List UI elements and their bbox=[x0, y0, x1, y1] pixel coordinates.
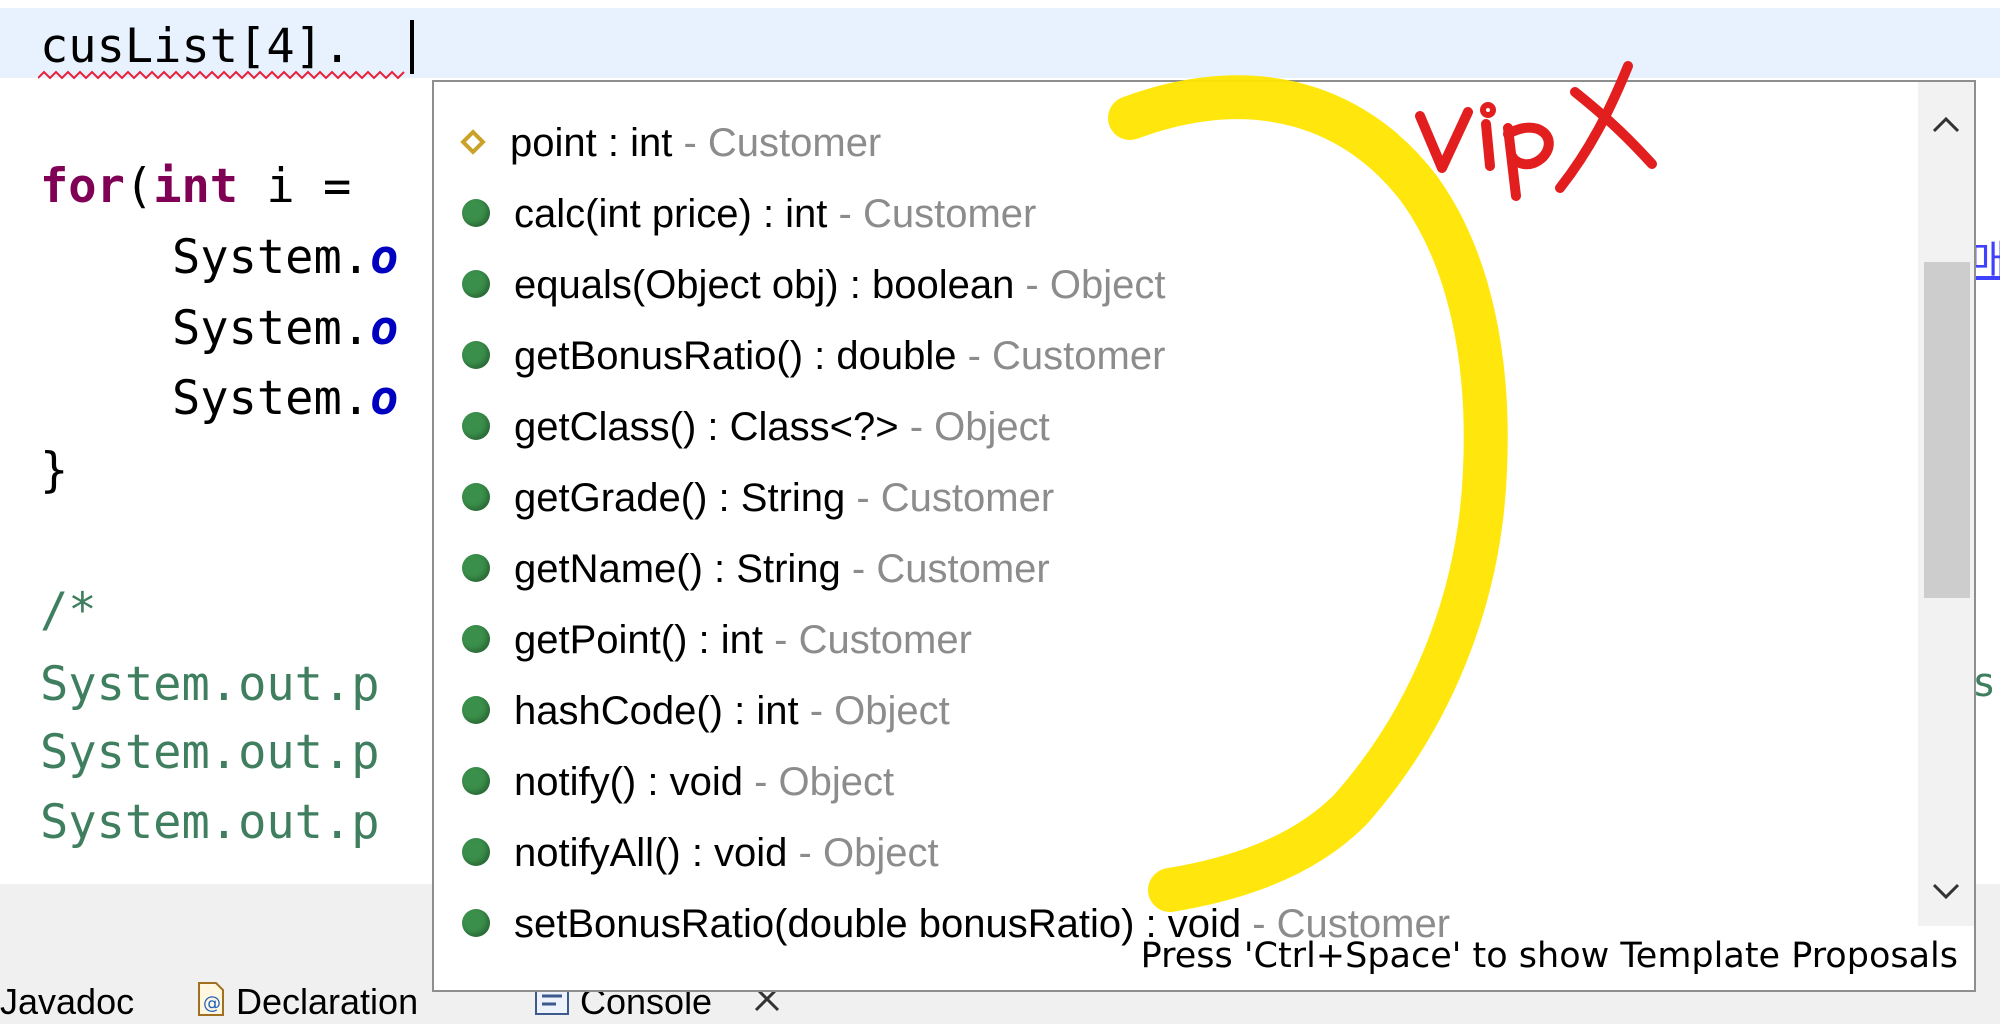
code-line-for[interactable]: for(int i = bbox=[40, 152, 380, 222]
method-icon bbox=[462, 483, 490, 512]
proposal-item[interactable]: equals(Object obj) : boolean - Object bbox=[462, 252, 1165, 318]
method-icon bbox=[462, 412, 490, 441]
code-text: i = bbox=[238, 159, 380, 214]
method-icon bbox=[462, 838, 490, 867]
error-squiggle bbox=[38, 70, 405, 80]
code-line-comment-2[interactable]: System.out.p bbox=[40, 718, 380, 788]
template-proposals-hint: Press 'Ctrl+Space' to show Template Prop… bbox=[1140, 936, 1958, 976]
proposal-signature: hashCode() : int bbox=[514, 689, 799, 733]
proposal-signature: equals(Object obj) : boolean bbox=[514, 263, 1015, 307]
method-icon bbox=[462, 199, 490, 228]
proposal-owner: - Customer bbox=[956, 334, 1166, 378]
proposal-item[interactable]: hashCode() : int - Object bbox=[462, 678, 950, 744]
proposal-item[interactable]: getName() : String - Customer bbox=[462, 536, 1050, 602]
proposal-signature: calc(int price) : int bbox=[514, 192, 828, 236]
proposal-owner: - Customer bbox=[827, 192, 1037, 236]
proposal-item[interactable]: getGrade() : String - Customer bbox=[462, 465, 1054, 531]
code-line-println-2[interactable]: System.o bbox=[172, 294, 398, 364]
tab-label: Javadoc bbox=[0, 981, 135, 1022]
code-line-brace[interactable]: } bbox=[40, 436, 68, 506]
scroll-down-button[interactable] bbox=[1918, 862, 1974, 922]
proposal-item[interactable]: getBonusRatio() : double - Customer bbox=[462, 323, 1165, 389]
code-field: o bbox=[370, 301, 399, 356]
code-line-comment-1[interactable]: System.out.p bbox=[40, 650, 380, 720]
code-field: o bbox=[370, 371, 399, 426]
comment-text: System.out.p bbox=[40, 795, 380, 850]
scroll-up-button[interactable] bbox=[1918, 94, 1974, 154]
text-cursor bbox=[410, 20, 414, 74]
proposal-signature: getPoint() : int bbox=[514, 618, 764, 662]
proposal-signature: point : int bbox=[510, 121, 673, 165]
code-line-comment-3[interactable]: System.out.p bbox=[40, 788, 380, 858]
proposal-owner: - Customer bbox=[672, 121, 882, 165]
proposal-signature: notify() : void bbox=[514, 760, 743, 804]
tab-javadoc[interactable]: Javadoc bbox=[0, 980, 134, 1024]
proposal-owner: - Object bbox=[1014, 263, 1166, 307]
method-icon bbox=[462, 909, 490, 938]
proposal-signature: getName() : String bbox=[514, 547, 841, 591]
proposal-item[interactable]: getPoint() : int - Customer bbox=[462, 607, 972, 673]
method-icon bbox=[462, 696, 490, 725]
tab-label: Declaration bbox=[236, 981, 419, 1022]
comment-text: /* bbox=[40, 583, 97, 638]
proposal-owner: - Object bbox=[798, 689, 950, 733]
proposal-signature: setBonusRatio(double bonusRatio) : void bbox=[514, 902, 1242, 946]
method-icon bbox=[462, 270, 490, 299]
code-text: ( bbox=[124, 159, 154, 214]
method-icon bbox=[462, 767, 490, 796]
code-line-println-1[interactable]: System.o bbox=[172, 223, 398, 293]
comment-text: System.out.p bbox=[40, 725, 380, 780]
code-text: System. bbox=[172, 301, 371, 356]
proposal-signature: notifyAll() : void bbox=[514, 831, 788, 875]
proposal-item[interactable]: point : int - Customer bbox=[460, 110, 882, 176]
proposal-owner: - Customer bbox=[763, 618, 972, 662]
comment-text: System.out.p bbox=[40, 657, 380, 712]
chevron-up-icon bbox=[1932, 116, 1960, 133]
field-icon bbox=[460, 129, 486, 156]
proposal-owner: - Object bbox=[787, 831, 939, 875]
code-text: } bbox=[40, 443, 69, 498]
proposal-owner: - Object bbox=[742, 760, 895, 804]
tab-declaration[interactable]: @ Declaration bbox=[196, 980, 418, 1024]
proposal-owner: - Object bbox=[898, 405, 1050, 449]
code-text: System. bbox=[172, 371, 371, 426]
code-text: System. bbox=[172, 230, 371, 285]
proposal-signature: getBonusRatio() : double bbox=[514, 334, 957, 378]
proposal-item[interactable]: getClass() : Class<?> - Object bbox=[462, 394, 1050, 460]
proposal-item[interactable]: notify() : void - Object bbox=[462, 749, 894, 815]
keyword-int: int bbox=[153, 159, 239, 214]
popup-scrollbar[interactable] bbox=[1918, 82, 1974, 926]
proposal-signature: getClass() : Class<?> bbox=[514, 405, 899, 449]
proposal-item[interactable]: calc(int price) : int - Customer bbox=[462, 181, 1036, 247]
proposal-owner: - Customer bbox=[845, 476, 1055, 520]
declaration-icon: @ bbox=[196, 981, 226, 1027]
content-assist-popup[interactable]: point : int - Customer calc(int price) : … bbox=[432, 80, 1976, 992]
keyword-for: for bbox=[40, 159, 125, 214]
method-icon bbox=[462, 625, 490, 654]
method-icon bbox=[462, 341, 490, 370]
proposal-signature: getGrade() : String bbox=[514, 476, 846, 520]
method-icon bbox=[462, 554, 490, 583]
proposal-item[interactable]: notifyAll() : void - Object bbox=[462, 820, 939, 886]
scroll-thumb[interactable] bbox=[1924, 262, 1970, 598]
svg-text:@: @ bbox=[203, 993, 221, 1014]
code-field: o bbox=[370, 230, 399, 285]
chevron-down-icon bbox=[1932, 883, 1960, 900]
proposal-owner: - Customer bbox=[840, 547, 1050, 591]
code-text: cusList[4]. bbox=[40, 19, 352, 74]
code-line-println-3[interactable]: System.o bbox=[172, 364, 398, 434]
code-line-comment-start[interactable]: /* bbox=[40, 576, 97, 646]
